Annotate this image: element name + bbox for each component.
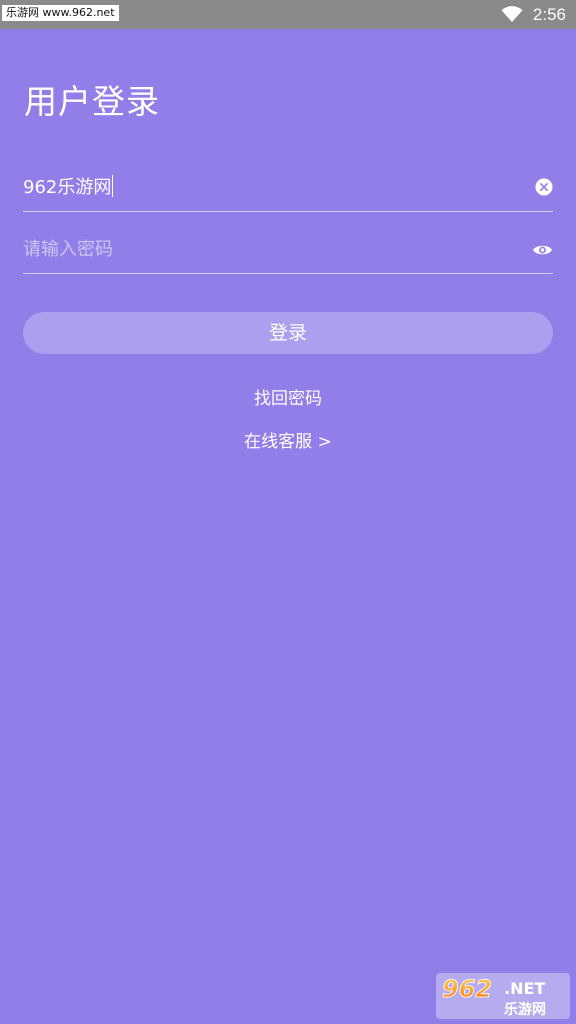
username-field[interactable]: 962乐游网: [23, 165, 553, 212]
status-bar: 乐游网 www.962.net 2:56: [0, 0, 576, 29]
login-button[interactable]: 登录: [23, 312, 553, 354]
status-icons: 2:56: [501, 0, 566, 29]
login-page: 乐游网 www.962.net 2:56 用户登录 962乐游网 请输入密码 登…: [0, 0, 576, 1024]
status-time: 2:56: [532, 4, 566, 24]
962-net-logo: 962 .NET 乐游网: [436, 973, 570, 1019]
text-cursor: [112, 175, 114, 197]
password-field[interactable]: 请输入密码: [23, 227, 553, 274]
password-placeholder[interactable]: 请输入密码: [23, 239, 113, 260]
forgot-password-link[interactable]: 找回密码: [0, 384, 576, 409]
svg-text:962: 962: [442, 975, 492, 1003]
page-title: 用户登录: [24, 82, 160, 121]
watermark-label: 乐游网 www.962.net: [2, 5, 119, 21]
logo-subtext: 乐游网: [504, 1001, 546, 1018]
clear-icon[interactable]: [535, 178, 553, 196]
svg-text:.NET: .NET: [504, 979, 545, 998]
wifi-icon: [501, 6, 523, 23]
online-service-link[interactable]: 在线客服 >: [0, 427, 576, 452]
eye-icon[interactable]: [532, 242, 553, 258]
username-value[interactable]: 962乐游网: [23, 177, 111, 198]
